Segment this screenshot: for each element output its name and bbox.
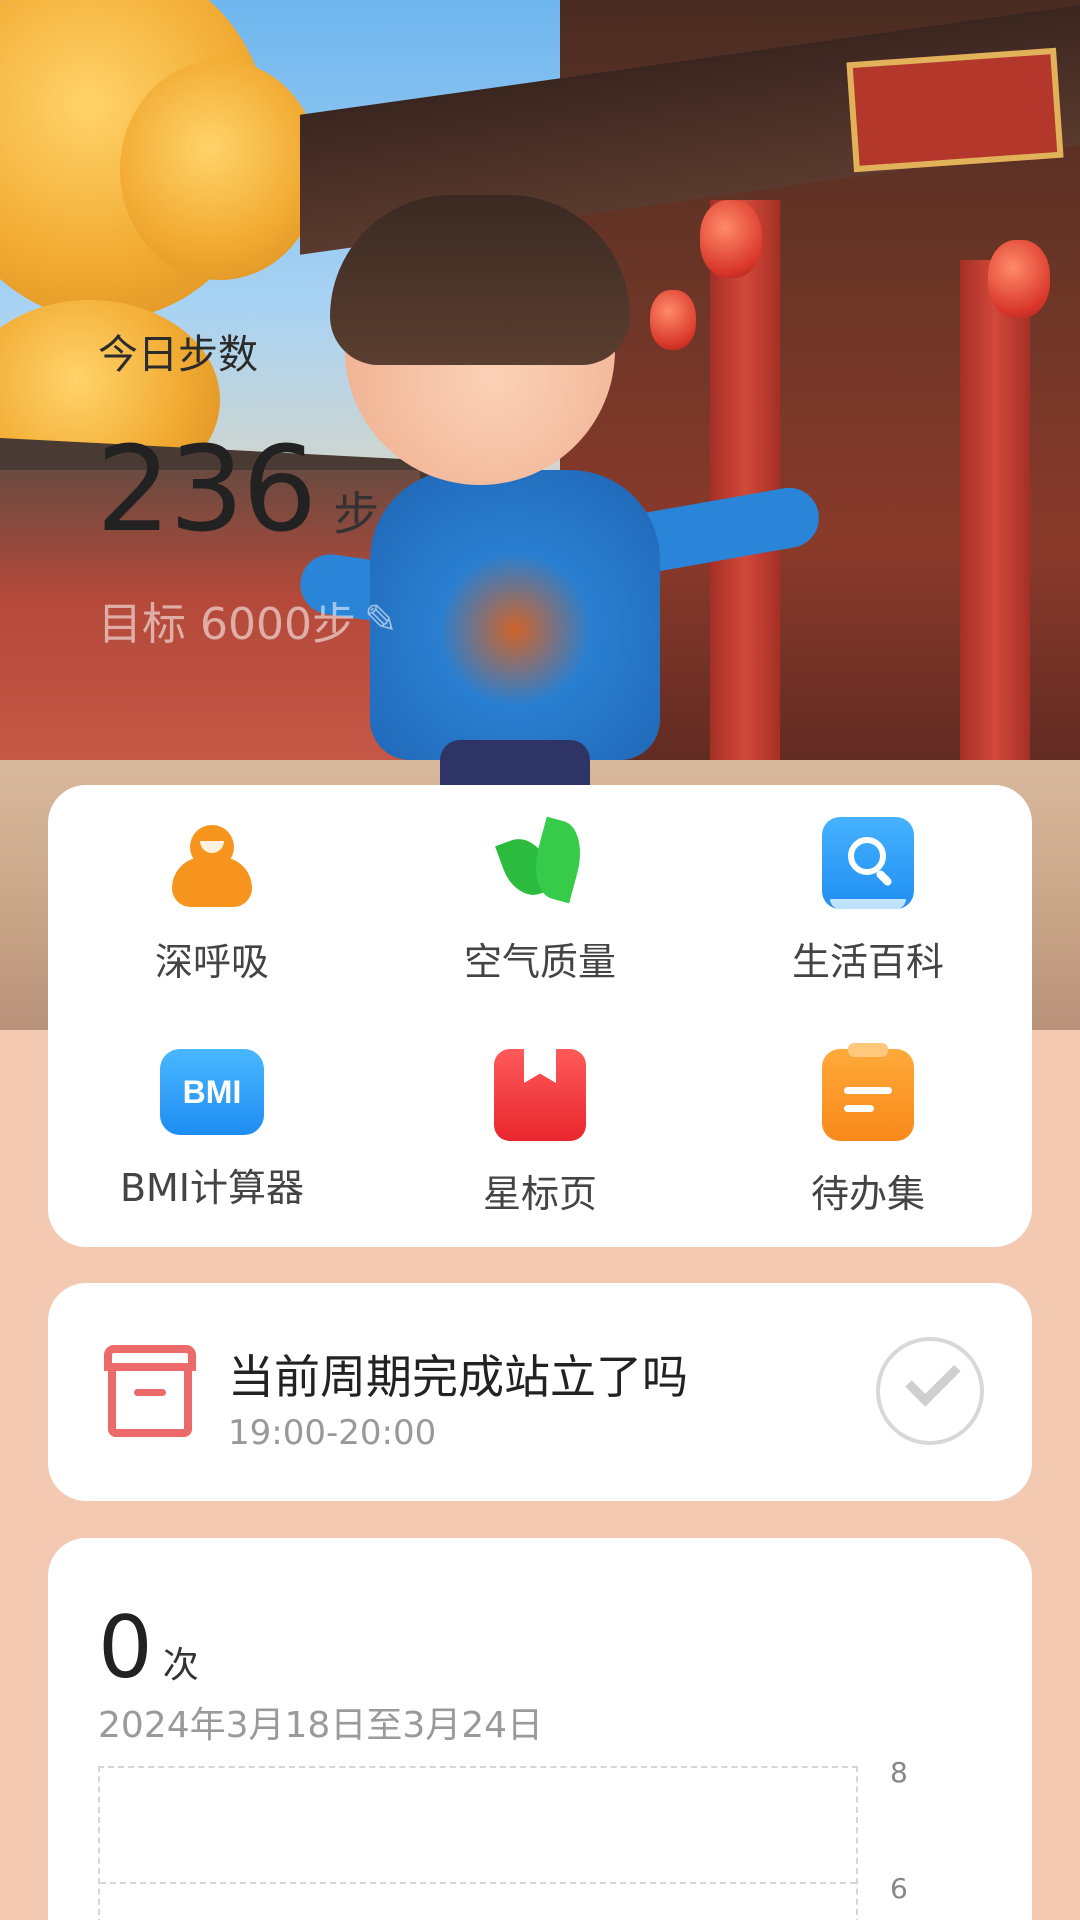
standing-stats-card: 0 次 2024年3月18日至3月24日 8 6 [48,1538,1032,1920]
temple-pillar [710,200,780,760]
steps-goal[interactable]: 目标 6000步 ✎ [98,588,397,652]
search-book-icon [822,817,914,909]
steps-goal-label: 目标 6000步 [98,599,356,650]
lantern [988,240,1050,318]
tool-deep-breath[interactable]: 深呼吸 [48,785,376,1017]
tool-bmi-calculator[interactable]: BMI BMI计算器 [48,1017,376,1247]
breath-icon [166,817,258,909]
clipboard-icon [822,1043,914,1141]
check-button[interactable] [876,1337,984,1445]
tool-todo[interactable]: 待办集 [704,1017,1032,1247]
temple-pillar [960,260,1030,760]
bookmark-icon [494,1049,586,1141]
tool-starred-pages[interactable]: 星标页 [376,1017,704,1247]
lantern [650,290,696,350]
steps-value: 236 [96,420,317,558]
tool-air-quality[interactable]: 空气质量 [376,785,704,1017]
tool-label: 待办集 [810,1172,925,1216]
leaf-icon [494,816,590,909]
temple-plaque [846,47,1064,173]
chart-grid-line [100,1882,856,1884]
steps-title: 今日步数 [98,332,258,378]
check-icon [905,1351,961,1407]
tool-life-wiki[interactable]: 生活百科 [704,785,1032,1017]
tool-label: 星标页 [482,1172,597,1216]
tool-label: 空气质量 [463,940,616,984]
ginkgo-tree [120,60,320,280]
tool-label: BMI计算器 [119,1166,305,1210]
reminder-time: 19:00-20:00 [228,1413,437,1453]
tool-label: 深呼吸 [154,940,269,984]
stats-chart [98,1766,858,1920]
stats-count: 0 次 [98,1598,199,1698]
lantern [700,200,762,278]
stats-value: 0 [98,1598,153,1698]
steps-unit: 步 [333,487,380,541]
bmi-icon-text: BMI [182,1073,242,1110]
stats-date-range: 2024年3月18日至3月24日 [98,1705,544,1746]
bmi-icon: BMI [160,1049,264,1135]
character-body [370,470,660,760]
tools-card: 深呼吸 空气质量 生活百科 BMI BMI计算器 星标页 待办集 [48,785,1032,1247]
box-icon [104,1345,196,1437]
standing-reminder-card[interactable]: 当前周期完成站立了吗 19:00-20:00 [48,1283,1032,1501]
y-tick-label: 6 [890,1872,908,1905]
edit-icon[interactable]: ✎ [364,597,398,643]
tool-label: 生活百科 [791,940,944,984]
stats-unit: 次 [162,1645,199,1686]
reminder-title: 当前周期完成站立了吗 [228,1350,688,1404]
steps-count: 236 步 [96,420,379,558]
y-tick-label: 8 [890,1756,908,1789]
